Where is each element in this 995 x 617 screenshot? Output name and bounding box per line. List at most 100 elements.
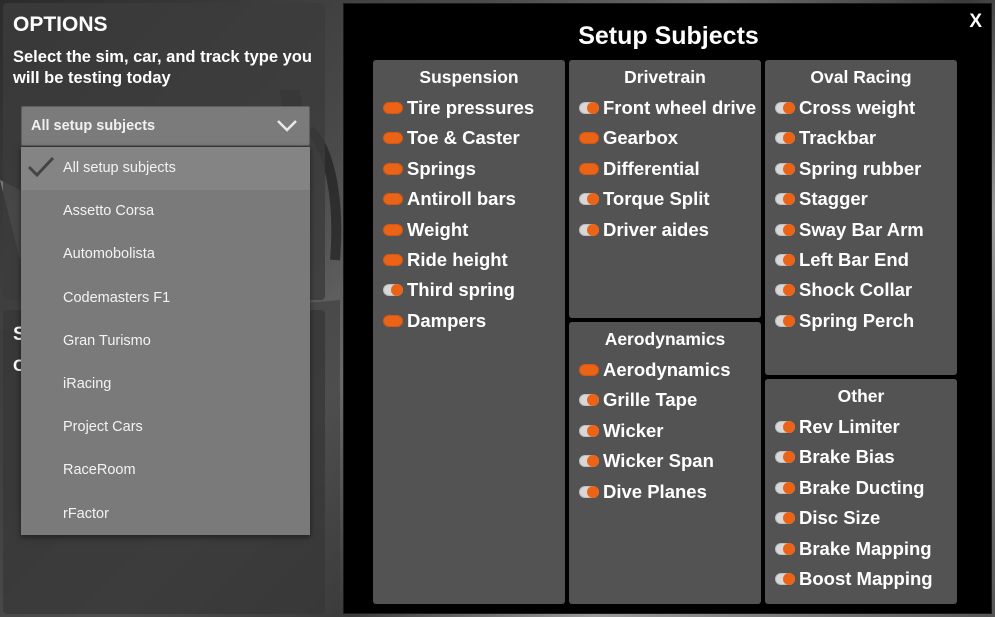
setup-subject-label: Sway Bar Arm: [799, 218, 924, 240]
setup-subject-label: Aerodynamics: [603, 359, 731, 380]
toggle-switch[interactable]: [383, 223, 403, 236]
toggle-switch[interactable]: [775, 193, 795, 206]
setup-subject-label: Boost Mapping: [799, 568, 933, 589]
setup-subject-label: Driver aides: [603, 218, 709, 240]
toggle-switch[interactable]: [579, 455, 599, 468]
toggle-switch[interactable]: [775, 162, 795, 175]
setup-subject-label: Springs: [407, 157, 476, 179]
setup-subject-label: Torque Split: [603, 188, 710, 210]
toggle-switch[interactable]: [775, 481, 795, 494]
toggle-switch[interactable]: [775, 542, 795, 555]
dropdown-option[interactable]: Codemasters F1: [21, 277, 310, 320]
setup-subject-label: Rev Limiter: [799, 416, 900, 437]
dropdown-option-label: Automobolista: [63, 246, 155, 263]
toggle-switch[interactable]: [775, 314, 795, 327]
setup-subject-label: Dampers: [407, 309, 487, 331]
oval-racing-group: Oval Racing Cross weight Trackbar Spring r…: [765, 60, 957, 375]
group-title: Aerodynamics: [604, 329, 726, 349]
setup-subject-label: Antiroll bars: [407, 188, 516, 210]
setup-subject-label: Wicker: [603, 419, 664, 441]
toggle-switch[interactable]: [383, 102, 403, 114]
dropdown-option-label: Assetto Corsa: [63, 203, 155, 220]
toggle-switch[interactable]: [579, 394, 599, 407]
toggle-switch[interactable]: [775, 451, 795, 464]
toggle-switch[interactable]: [775, 102, 795, 114]
setup-subject-label: Differential: [603, 157, 700, 179]
setup-subject-label: Gearbox: [603, 127, 679, 149]
group-title: Oval Racing: [810, 67, 912, 87]
dropdown-option-label: All setup subjects: [63, 160, 176, 176]
dropdown-option-label: iRacing: [63, 375, 112, 392]
checkmark-icon: [27, 156, 55, 178]
dropdown-option[interactable]: Assetto Corsa: [21, 190, 310, 233]
dropdown-option[interactable]: RaceRoom: [21, 449, 310, 492]
toggle-switch[interactable]: [579, 102, 599, 114]
toggle-switch[interactable]: [579, 223, 599, 236]
setup-subject-label: Ride height: [407, 249, 508, 270]
setup-subject-label: Dive Planes: [603, 480, 707, 502]
dropdown-option-label: Gran Turismo: [63, 332, 151, 349]
other-group: Other Rev Limiter Brake Bias Brake Ducting…: [765, 379, 957, 604]
dropdown-option-label: rFactor: [63, 505, 109, 522]
toggle-switch[interactable]: [579, 485, 599, 498]
dropdown-option[interactable]: Project Cars: [21, 406, 310, 449]
toggle-switch[interactable]: [383, 254, 403, 266]
aerodynamics-group: Aerodynamics Aerodynamics Grille Tape Wick…: [569, 322, 761, 604]
close-button[interactable]: X: [969, 11, 982, 33]
dropdown-option[interactable]: rFactor: [21, 493, 310, 536]
setup-subject-label: Wicker Span: [603, 450, 714, 472]
toggle-switch[interactable]: [579, 364, 599, 376]
setup-subject-label: Spring Perch: [799, 309, 915, 331]
select-value: All setup subjects: [31, 118, 156, 134]
group-title: Drivetrain: [624, 67, 706, 87]
toggle-switch[interactable]: [383, 284, 403, 297]
toggle-switch[interactable]: [775, 223, 795, 236]
toggle-switch[interactable]: [775, 132, 795, 145]
toggle-switch[interactable]: [579, 132, 599, 145]
setup-subject-label: Front wheel drive: [603, 97, 757, 118]
setup-subject-label: Tire pressures: [407, 97, 535, 118]
setup-subject-label: Third spring: [407, 279, 515, 301]
setup-subject-label: Spring rubber: [799, 157, 922, 179]
toggle-switch[interactable]: [775, 254, 795, 266]
toggle-switch[interactable]: [383, 162, 403, 175]
dropdown-list: All setup subjects Assetto Corsa Automobol…: [21, 147, 310, 535]
dropdown-option[interactable]: Gran Turismo: [21, 320, 310, 363]
setup-subjects-modal: Setup Subjects X Suspension Tire pressur…: [343, 3, 992, 614]
setup-subject-label: Grille Tape: [603, 389, 698, 411]
toggle-switch[interactable]: [579, 193, 599, 206]
suspension-group: Suspension Tire pressures Toe & Caster Spr…: [373, 60, 565, 604]
group-title: Other: [837, 386, 885, 406]
setup-subject-label: Shock Collar: [799, 279, 913, 301]
dropdown-option[interactable]: Automobolista: [21, 233, 310, 276]
dropdown-option-label: Project Cars: [63, 419, 143, 436]
chevron-down-icon: [277, 120, 297, 132]
dropdown-option-label: Codemasters F1: [63, 289, 171, 306]
toggle-switch[interactable]: [579, 424, 599, 437]
setup-subject-label: Brake Mapping: [799, 537, 932, 559]
setup-subjects-select[interactable]: All setup subjects: [21, 106, 310, 146]
setup-subject-label: Cross weight: [799, 97, 916, 118]
toggle-switch[interactable]: [775, 284, 795, 297]
setup-subject-label: Disc Size: [799, 507, 881, 529]
setup-subject-label: Toe & Caster: [407, 127, 520, 149]
toggle-switch[interactable]: [775, 512, 795, 525]
toggle-switch[interactable]: [383, 193, 403, 206]
dropdown-option[interactable]: iRacing: [21, 363, 310, 406]
setup-subject-label: Stagger: [799, 188, 868, 210]
options-title: OPTIONS: [13, 13, 108, 36]
toggle-switch[interactable]: [383, 314, 403, 327]
drivetrain-group: Drivetrain Front wheel drive Gearbox Diffe…: [569, 60, 761, 318]
dropdown-option-label: RaceRoom: [63, 462, 136, 479]
toggle-switch[interactable]: [775, 421, 795, 433]
setup-subject-label: Brake Bias: [799, 446, 895, 468]
modal-title: Setup Subjects: [578, 22, 759, 50]
toggle-switch[interactable]: [775, 573, 795, 585]
options-description: Select the sim, car, and track type you …: [13, 48, 312, 87]
toggle-switch[interactable]: [383, 132, 403, 145]
group-title: Suspension: [419, 67, 519, 87]
setup-subject-label: Trackbar: [799, 127, 877, 149]
setup-subject-label: Left Bar End: [799, 249, 909, 270]
toggle-switch[interactable]: [579, 162, 599, 175]
dropdown-option[interactable]: All setup subjects: [21, 147, 310, 191]
